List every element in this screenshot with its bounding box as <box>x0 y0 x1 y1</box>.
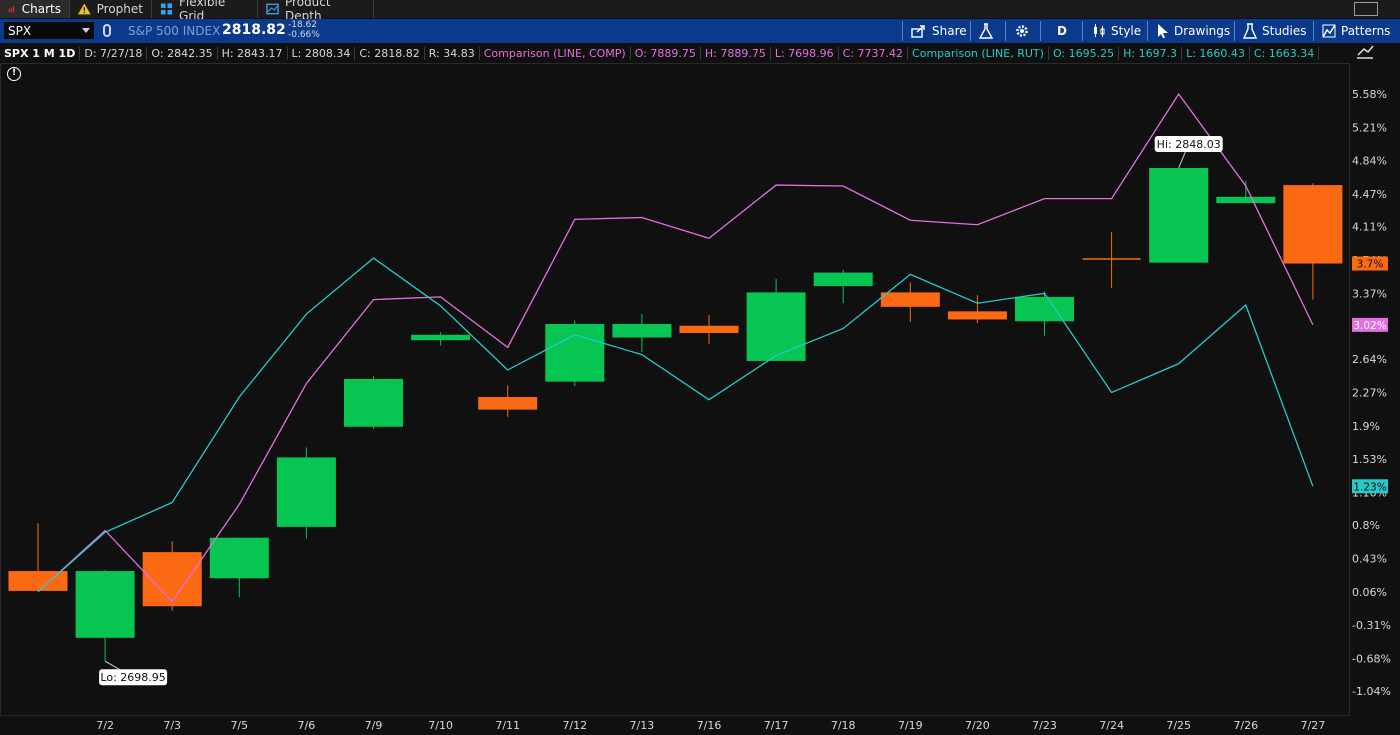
y-axis-tick-label: 0.8% <box>1352 519 1380 532</box>
y-axis-tick-label: 3.37% <box>1352 287 1387 300</box>
x-axis-tick-label: 7/18 <box>831 719 856 732</box>
x-axis-tick-label: 7/2 <box>96 719 114 732</box>
x-axis-tick-label: 7/16 <box>697 719 722 732</box>
y-axis-tick-label: 4.84% <box>1352 155 1387 168</box>
last-price-tag: 3.7% <box>1357 259 1384 271</box>
price-chart[interactable]: 5.58%5.21%4.84%4.47%4.11%3.74%3.37%3.0%2… <box>0 0 1400 735</box>
comp-last-tag: 3.02% <box>1353 320 1386 332</box>
x-axis-tick-label: 7/24 <box>1099 719 1124 732</box>
candle-body <box>545 323 605 382</box>
y-axis-tick-label: -1.04% <box>1352 685 1391 698</box>
x-axis-tick-label: 7/25 <box>1166 719 1191 732</box>
x-axis-tick-label: 7/27 <box>1301 719 1326 732</box>
x-axis-tick-label: 7/13 <box>630 719 655 732</box>
y-axis-tick-label: -0.31% <box>1352 619 1391 632</box>
y-axis-tick-label: 4.11% <box>1352 221 1387 234</box>
candle-body <box>276 457 336 527</box>
y-axis-tick-label: 0.43% <box>1352 552 1387 565</box>
y-axis-tick-label: 5.58% <box>1352 88 1387 101</box>
candle-body <box>746 292 806 361</box>
x-axis-tick-label: 7/10 <box>428 719 453 732</box>
y-axis-tick-label: 4.47% <box>1352 188 1387 201</box>
x-axis-tick-label: 7/6 <box>298 719 316 732</box>
candle-body <box>813 272 873 287</box>
x-axis-tick-label: 7/17 <box>764 719 789 732</box>
y-axis-tick-label: 2.64% <box>1352 353 1387 366</box>
x-axis-tick-label: 7/23 <box>1032 719 1057 732</box>
y-axis-tick-label: 2.27% <box>1352 387 1387 400</box>
x-axis-tick-label: 7/19 <box>898 719 923 732</box>
high-price-label: Hi: 2848.03 <box>1157 138 1221 151</box>
candle-body <box>209 537 269 579</box>
candle-body <box>478 397 538 410</box>
x-axis-tick-label: 7/3 <box>163 719 181 732</box>
candle-body <box>1149 167 1209 263</box>
x-axis-tick-label: 7/20 <box>965 719 990 732</box>
candle-body <box>75 571 135 638</box>
x-axis-tick-label: 7/26 <box>1233 719 1258 732</box>
y-axis-tick-label: 0.06% <box>1352 586 1387 599</box>
candle-body <box>344 378 403 427</box>
low-price-label: Lo: 2698.95 <box>100 671 165 684</box>
y-axis-tick-label: 5.21% <box>1352 121 1387 134</box>
candle-body <box>612 323 672 338</box>
rut-last-tag: 1.23% <box>1353 481 1386 493</box>
comp-comparison-line <box>37 92 1314 603</box>
y-axis-tick-label: 1.53% <box>1352 453 1387 466</box>
x-axis-tick-label: 7/5 <box>230 719 248 732</box>
candle-body <box>947 311 1007 320</box>
candle-body <box>411 334 471 341</box>
candle-body <box>1283 185 1343 264</box>
y-axis-tick-label: -0.68% <box>1352 653 1391 666</box>
x-axis-tick-label: 7/11 <box>495 719 520 732</box>
y-axis-tick-label: 1.9% <box>1352 420 1380 433</box>
candle-body <box>679 325 739 333</box>
x-axis-tick-label: 7/12 <box>562 719 587 732</box>
candle-body <box>880 292 940 307</box>
x-axis-tick-label: 7/9 <box>365 719 383 732</box>
candle-body <box>1216 196 1276 204</box>
candle-body <box>1015 296 1074 322</box>
